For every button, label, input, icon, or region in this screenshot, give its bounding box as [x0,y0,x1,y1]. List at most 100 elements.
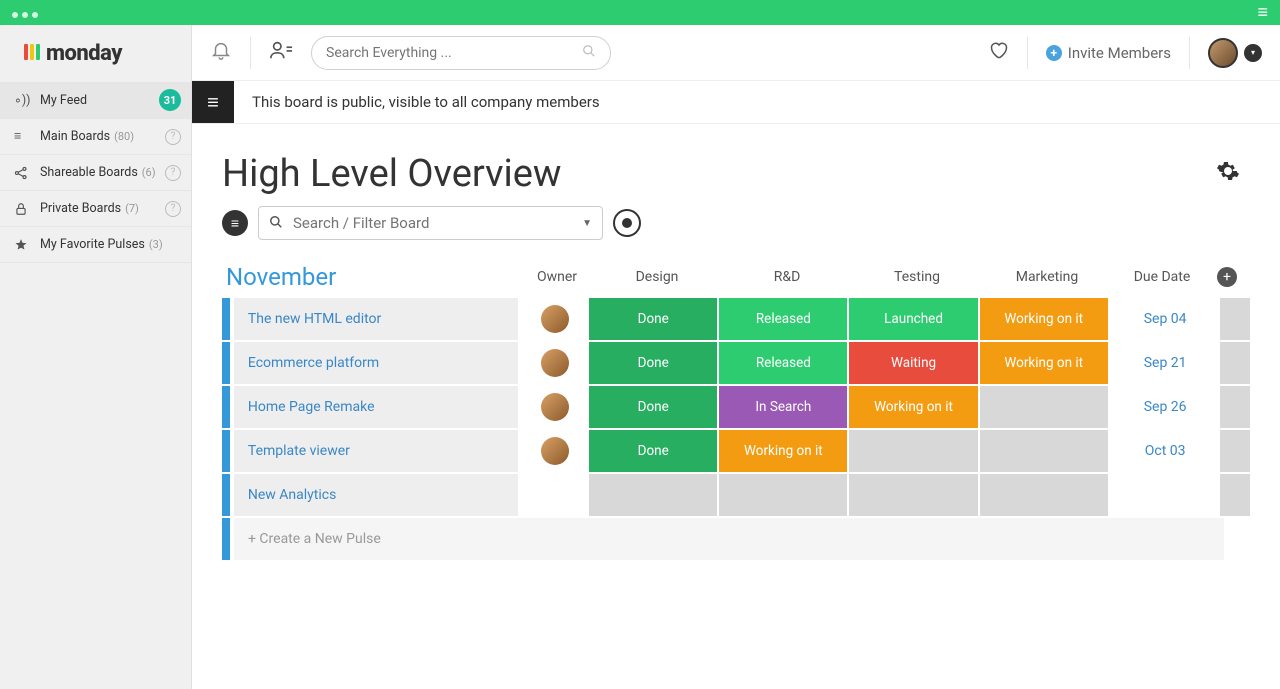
status-cell[interactable]: Done [589,386,717,428]
sidebar-section[interactable]: ≡Main Boards(80)? [0,119,191,155]
status-cell[interactable]: Done [589,298,717,340]
avatar [541,305,569,333]
section-icon [14,166,32,180]
user-menu[interactable]: ▾ [1208,38,1262,68]
main-content: + Invite Members ▾ ≡ This board is publi… [192,25,1280,689]
sidebar-item-feed[interactable]: ∘)) My Feed 31 [0,82,191,119]
filter-input[interactable] [293,214,582,232]
notifications-icon[interactable] [210,39,232,66]
status-cell[interactable] [980,474,1108,516]
window-dots [12,3,42,22]
status-cell[interactable]: Released [719,298,847,340]
column-header[interactable]: Due Date [1112,269,1212,285]
section-icon [14,238,32,252]
column-header[interactable]: Design [592,269,722,285]
help-icon[interactable]: ? [165,201,181,217]
status-cell[interactable]: Working on it [980,342,1108,384]
menu-icon[interactable]: ≡ [1257,2,1268,23]
column-header[interactable]: Marketing [982,269,1112,285]
logo[interactable]: monday [0,25,191,82]
pulse-name[interactable]: The new HTML editor [234,298,518,340]
gear-icon[interactable] [1216,159,1240,189]
chevron-down-icon: ▾ [1244,44,1262,62]
pulse-name[interactable]: Ecommerce platform [234,342,518,384]
pulse-name[interactable]: Template viewer [234,430,518,472]
chevron-down-icon[interactable]: ▼ [582,218,592,229]
status-cell[interactable]: Done [589,342,717,384]
status-cell[interactable]: In Search [719,386,847,428]
help-icon[interactable]: ? [165,165,181,181]
section-count: (7) [125,202,139,215]
sidebar-item-label: My Feed [40,93,87,108]
global-search[interactable] [311,36,611,70]
person-filter-icon[interactable] [613,209,641,237]
date-cell[interactable]: Oct 03 [1116,430,1215,472]
owner-cell[interactable] [520,342,589,384]
status-cell[interactable] [589,474,717,516]
feed-icon: ∘)) [14,92,32,108]
column-header[interactable]: R&D [722,269,852,285]
sidebar-section[interactable]: Private Boards (7)? [0,191,191,227]
help-icon[interactable]: ? [165,129,181,145]
sidebar-section[interactable]: My Favorite Pulses(3) [0,227,191,263]
search-icon [269,214,283,233]
status-cell[interactable]: Launched [849,298,977,340]
column-header[interactable]: Owner [522,269,592,285]
sidebar-item-label: Private Boards [40,201,121,216]
invite-members-button[interactable]: + Invite Members [1046,44,1171,62]
sidebar-section[interactable]: Shareable Boards(6)? [0,155,191,191]
row-color-bar [222,518,230,560]
plus-icon: + [1046,45,1062,61]
visibility-bar: ≡ This board is public, visible to all c… [192,81,1280,124]
date-cell[interactable]: Sep 04 [1116,298,1215,340]
status-cell[interactable]: Waiting [849,342,977,384]
filter-chip-icon[interactable]: ≡ [222,210,248,236]
column-header[interactable]: Testing [852,269,982,285]
owner-cell[interactable] [520,386,589,428]
date-cell[interactable]: Sep 26 [1116,386,1215,428]
row-tail [1220,474,1250,516]
search-icon [582,43,596,62]
status-cell[interactable] [849,430,977,472]
date-cell[interactable] [1116,474,1215,516]
top-toolbar: + Invite Members ▾ [192,25,1280,81]
new-pulse-label[interactable]: + Create a New Pulse [234,518,1224,560]
sidebar-item-label: My Favorite Pulses [40,237,145,252]
owner-cell[interactable] [520,474,589,516]
add-column-button[interactable]: + [1217,267,1237,287]
status-cell[interactable] [849,474,977,516]
sidebar-item-label: Shareable Boards [40,165,138,180]
visibility-message: This board is public, visible to all com… [234,93,600,111]
status-cell[interactable]: Released [719,342,847,384]
status-cell[interactable]: Working on it [980,298,1108,340]
status-cell[interactable] [980,386,1108,428]
row-tail [1220,298,1250,340]
row-color-bar [222,474,230,516]
row-color-bar [222,386,230,428]
new-pulse-row[interactable]: + Create a New Pulse [222,518,1250,560]
table-row: Home Page Remake DoneIn SearchWorking on … [222,386,1250,428]
status-cell[interactable]: Working on it [719,430,847,472]
status-cell[interactable] [719,474,847,516]
date-cell[interactable]: Sep 21 [1116,342,1215,384]
avatar [541,437,569,465]
row-tail [1220,430,1250,472]
table-row: Template viewer DoneWorking on it Oct 03 [222,430,1250,472]
filter-row: ≡ ▼ [192,202,1280,256]
pulse-name[interactable]: New Analytics [234,474,518,516]
table-row: The new HTML editor DoneReleasedLaunchedW… [222,298,1250,340]
board-menu-icon[interactable]: ≡ [192,81,234,123]
group-name[interactable]: November [222,263,522,291]
board-filter[interactable]: ▼ [258,206,603,240]
row-color-bar [222,298,230,340]
status-cell[interactable]: Done [589,430,717,472]
search-input[interactable] [326,45,582,61]
status-cell[interactable]: Working on it [849,386,977,428]
pulse-name[interactable]: Home Page Remake [234,386,518,428]
favorite-icon[interactable] [989,40,1009,65]
board-grid: November Owner Design R&D Testing Market… [192,256,1280,560]
status-cell[interactable] [980,430,1108,472]
owner-cell[interactable] [520,430,589,472]
owner-cell[interactable] [520,298,589,340]
people-icon[interactable] [269,39,293,66]
